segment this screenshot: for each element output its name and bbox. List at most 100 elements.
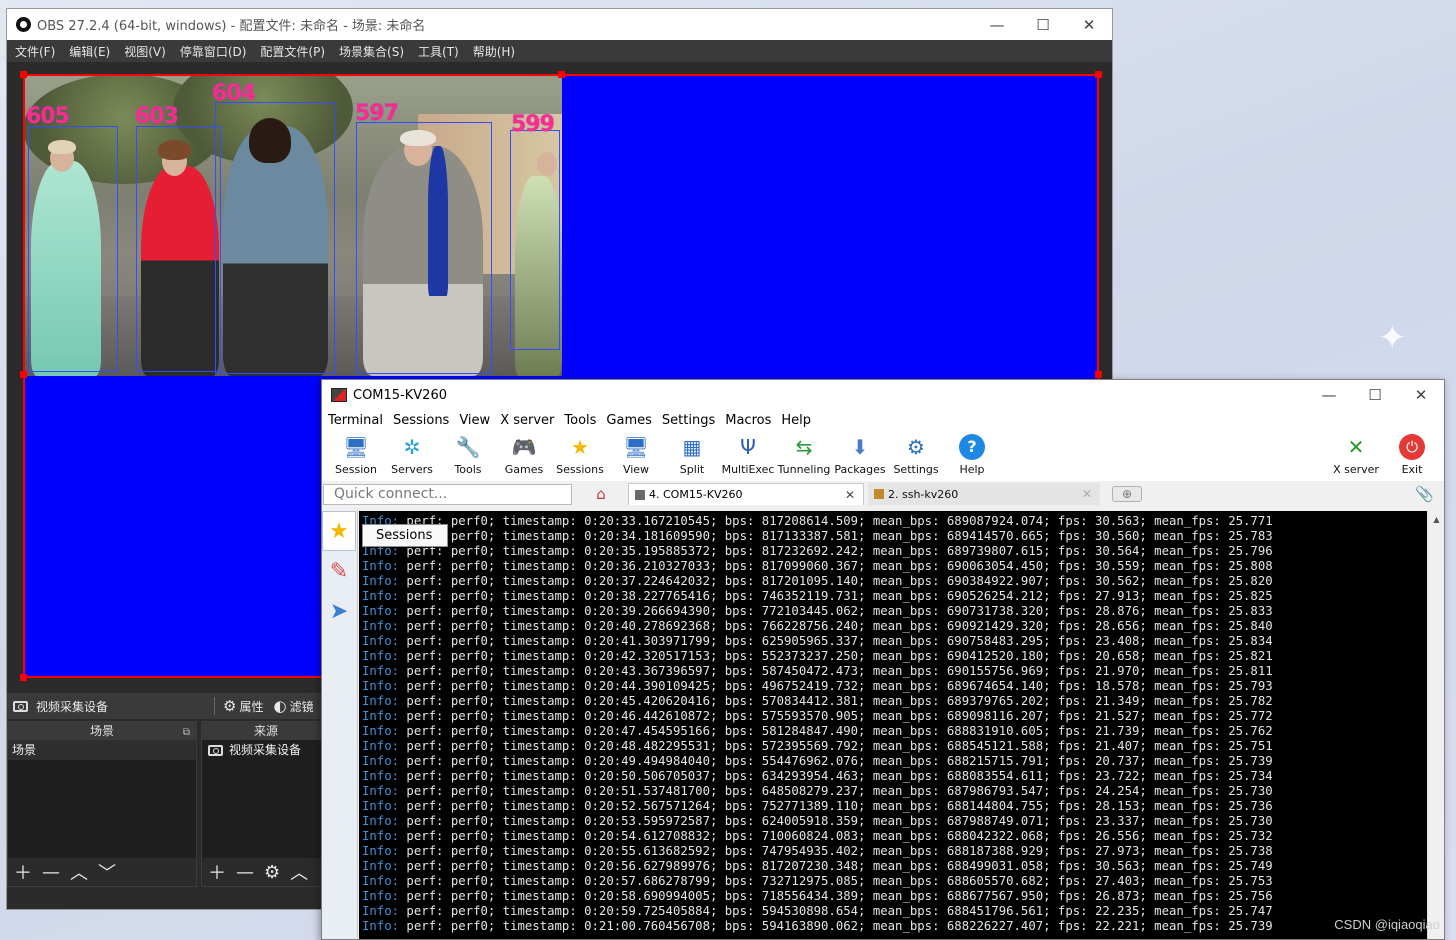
power-icon: ⏻ (1399, 434, 1425, 460)
home-tab[interactable]: ⌂ (578, 483, 624, 505)
log-source: perf: (399, 739, 451, 753)
menu-file[interactable]: 文件(F) (15, 43, 55, 60)
terminal-scrollbar[interactable]: ▲ (1427, 511, 1444, 939)
move-up-icon[interactable]: ︿ (70, 859, 88, 885)
settings-button[interactable]: ⚙ Settings (888, 431, 944, 481)
x-server-button[interactable]: ✕ X server (1328, 431, 1384, 481)
resize-handle[interactable] (1095, 71, 1102, 78)
resize-handle[interactable] (20, 371, 27, 378)
help-button[interactable]: ? Help (944, 431, 1000, 481)
ssh-icon (874, 489, 884, 499)
log-message: perf0; timestamp: 0:20:58.690994005; bps… (450, 889, 1273, 903)
add-icon[interactable]: ＋ (208, 859, 226, 885)
log-level: Info: (362, 814, 400, 828)
menu-terminal[interactable]: Terminal (327, 413, 392, 428)
menu-docks[interactable]: 停靠窗口(D) (180, 43, 247, 60)
view-icon: 🖥 (623, 435, 649, 459)
menu-view[interactable]: 视图(V) (124, 43, 166, 60)
servers-button[interactable]: ✲ Servers (384, 431, 440, 481)
resize-handle[interactable] (20, 71, 27, 78)
menu-edit[interactable]: 编辑(E) (69, 43, 110, 60)
close-button[interactable]: ✕ (1066, 16, 1112, 34)
x-server-label: X server (1333, 463, 1379, 476)
sessions-star-icon[interactable]: ★ (322, 511, 356, 551)
split-icon: ▦ (682, 435, 702, 459)
gear-icon[interactable]: ⚙ (264, 862, 280, 883)
tools-button[interactable]: 🔧 Tools (440, 431, 496, 481)
tunneling-button[interactable]: ⇆ Tunneling (776, 431, 832, 481)
obs-titlebar[interactable]: OBS 27.2.4 (64-bit, windows) - 配置文件: 未命名… (7, 9, 1112, 40)
send-icon[interactable]: ➤ (322, 591, 356, 631)
scene-list-item[interactable]: 场景 (8, 740, 196, 760)
maximize-button[interactable]: ☐ (1352, 386, 1398, 404)
close-tab-icon[interactable]: ✕ (845, 488, 855, 502)
properties-button[interactable]: ⚙ 属性 (223, 697, 263, 715)
sessions-tooltip: Sessions (362, 524, 448, 547)
moba-titlebar[interactable]: COM15-KV260 — ☐ ✕ (322, 380, 1444, 410)
remove-icon[interactable]: — (236, 862, 254, 883)
maximize-button[interactable]: ☐ (1020, 16, 1066, 34)
resize-handle[interactable] (1095, 371, 1102, 378)
close-tab-icon[interactable]: ✕ (1082, 487, 1092, 501)
quick-connect-input[interactable]: Quick connect... (323, 483, 572, 505)
move-up-icon[interactable]: ︿ (290, 859, 308, 885)
watermark: CSDN @iqiaoqiao (1334, 917, 1440, 932)
menu-settings[interactable]: Settings (661, 413, 724, 428)
sessions-button[interactable]: ★ Sessions (552, 431, 608, 481)
tools-icon: 🔧 (455, 435, 481, 459)
add-icon[interactable]: ＋ (14, 859, 32, 885)
terminal-output[interactable]: Info: perf: perf0; timestamp: 0:20:33.16… (359, 511, 1428, 939)
move-down-icon[interactable]: ﹀ (98, 859, 116, 885)
menu-help[interactable]: 帮助(H) (473, 43, 515, 60)
log-source: perf: (399, 904, 451, 918)
terminal-line: Info: perf: perf0; timestamp: 0:20:43.36… (362, 664, 1428, 679)
mobaxterm-window: COM15-KV260 — ☐ ✕ Terminal Sessions View… (321, 379, 1445, 940)
terminal-line: Info: perf: perf0; timestamp: 0:20:37.22… (362, 574, 1428, 589)
split-button[interactable]: ▦ Split (664, 431, 720, 481)
menu-help[interactable]: Help (780, 413, 820, 428)
minimize-button[interactable]: — (1306, 386, 1352, 404)
packages-button[interactable]: ⬇ Packages (832, 431, 888, 481)
paperclip-icon[interactable]: 📎 (1415, 485, 1434, 503)
menu-view[interactable]: View (458, 413, 499, 428)
close-button[interactable]: ✕ (1398, 386, 1444, 404)
tab-com15-kv260[interactable]: 4. COM15-KV260 ✕ (628, 483, 864, 505)
minimize-button[interactable]: — (974, 16, 1020, 34)
session-button[interactable]: 🖥 Session (328, 431, 384, 481)
home-icon: ⌂ (596, 485, 606, 503)
menu-profile[interactable]: 配置文件(P) (260, 43, 325, 60)
scroll-up-arrow[interactable]: ▲ (1428, 511, 1444, 528)
tab-ssh-kv260[interactable]: 2. ssh-kv260 ✕ (868, 483, 1100, 505)
settings-label: Settings (893, 463, 939, 476)
menu-tools[interactable]: 工具(T) (418, 43, 459, 60)
new-tab-button[interactable]: ⊕ (1112, 486, 1142, 502)
menu-games[interactable]: Games (605, 413, 660, 428)
menu-macros[interactable]: Macros (724, 413, 780, 428)
exit-button[interactable]: ⏻ Exit (1384, 431, 1440, 481)
log-level: Info: (362, 889, 400, 903)
resize-handle[interactable] (20, 674, 27, 681)
resize-handle[interactable] (558, 71, 565, 78)
games-button[interactable]: 🎮 Games (496, 431, 552, 481)
desktop-sparkle: ✦ (1378, 318, 1407, 358)
menu-sessions[interactable]: Sessions (392, 413, 458, 428)
menu-tools[interactable]: Tools (563, 413, 605, 428)
multiexec-icon: Ψ (740, 435, 756, 459)
multiexec-button[interactable]: Ψ MultiExec (720, 431, 776, 481)
terminal-line: Info: perf: perf0; timestamp: 0:20:44.39… (362, 679, 1428, 694)
view-button[interactable]: 🖥 View (608, 431, 664, 481)
tools-sidebar-icon[interactable]: ✎ (322, 551, 356, 591)
source-list-item[interactable]: 视频采集设备 (202, 740, 330, 760)
remove-icon[interactable]: — (42, 862, 60, 883)
games-label: Games (504, 463, 544, 476)
undock-icon[interactable]: ⧉ (183, 724, 190, 742)
x-server-icon: ✕ (1347, 435, 1365, 459)
filters-button[interactable]: ◐ 滤镜 (273, 697, 313, 715)
log-level: Info: (362, 904, 400, 918)
menu-x-server[interactable]: X server (499, 413, 563, 428)
log-source: perf: (399, 844, 451, 858)
menu-scene-collection[interactable]: 场景集合(S) (339, 43, 404, 60)
scenes-dock-header: 场景 ⧉ (8, 722, 196, 740)
log-source: perf: (399, 679, 451, 693)
log-message: perf0; timestamp: 0:20:41.303971799; bps… (450, 634, 1273, 648)
